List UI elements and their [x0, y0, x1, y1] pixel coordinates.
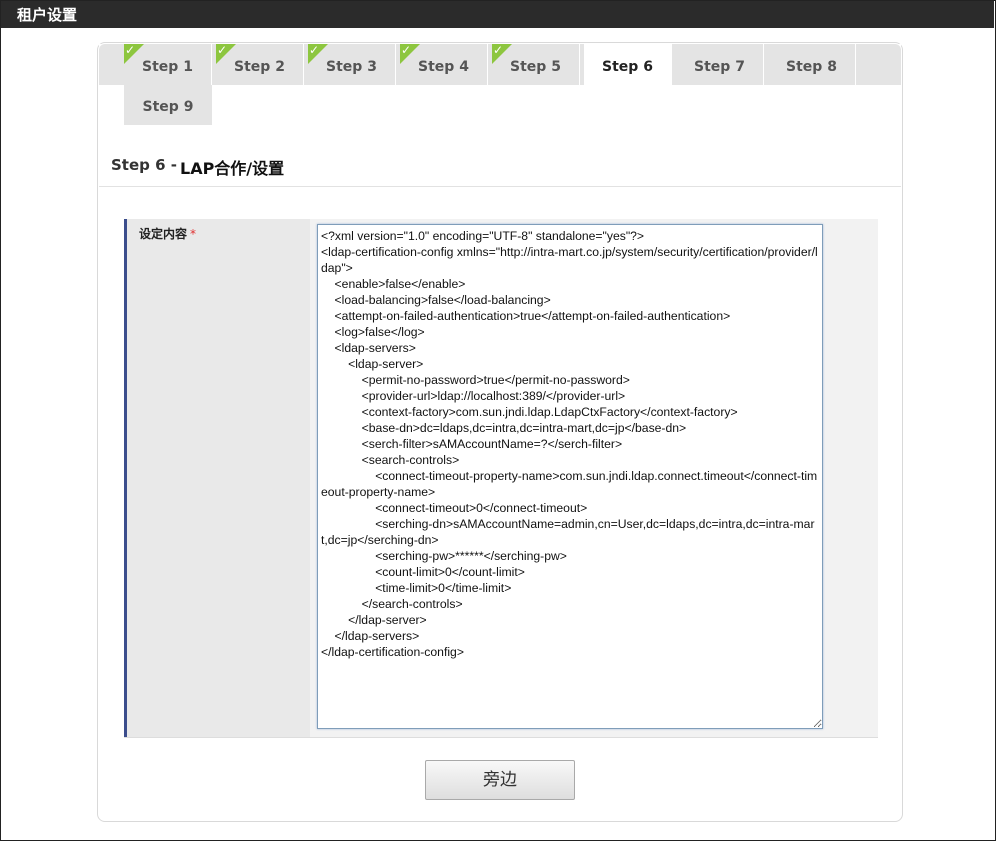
tab-label: Step 7 — [694, 59, 745, 75]
tab-step-6[interactable]: Step 6 — [584, 44, 672, 85]
tab-label: Step 6 — [602, 59, 653, 75]
tab-step-8[interactable]: Step 8 — [768, 44, 856, 85]
tab-label: Step 5 — [510, 59, 561, 75]
check-icon: ✓ — [400, 43, 420, 64]
tab-step-5[interactable]: ✓ Step 5 — [492, 43, 580, 85]
check-icon: ✓ — [308, 43, 328, 64]
tab-label: Step 1 — [142, 59, 193, 75]
tab-step-2[interactable]: ✓ Step 2 — [216, 43, 304, 85]
check-icon: ✓ — [216, 43, 236, 64]
tab-label: Step 9 — [142, 99, 194, 115]
required-mark: * — [190, 227, 197, 241]
tab-step-7[interactable]: Step 7 — [676, 44, 764, 85]
step-prefix: Step 6 - — [111, 156, 177, 174]
tab-label: Step 4 — [418, 59, 469, 75]
config-textarea[interactable]: <?xml version="1.0" encoding="UTF-8" sta… — [317, 224, 823, 729]
settings-form: 设定内容 * <?xml version="1.0" encoding="UTF-… — [124, 219, 878, 738]
tab-label: Step 3 — [326, 59, 377, 75]
field-label: 设定内容 * — [139, 225, 196, 242]
tab-step-3[interactable]: ✓ Step 3 — [308, 43, 396, 85]
page-title: LAP合作/设置 — [180, 159, 285, 178]
tab-label: Step 8 — [786, 59, 837, 75]
tab-step-1[interactable]: ✓ Step 1 — [124, 43, 212, 85]
field-label-text: 设定内容 — [139, 227, 188, 241]
tab-label: Step 2 — [234, 59, 285, 75]
window-title: 租户设置 — [1, 1, 994, 28]
tab-step-4[interactable]: ✓ Step 4 — [400, 43, 488, 85]
next-button[interactable]: 旁边 — [425, 760, 575, 800]
check-icon: ✓ — [124, 43, 144, 64]
step-heading: Step 6 - LAP合作/设置 — [99, 144, 901, 187]
step-tabs-row: ✓ Step 1 ✓ Step 2 ✓ Step 3 ✓ Step 4 ✓ St… — [99, 43, 901, 85]
field-label-cell: 设定内容 * — [124, 219, 310, 737]
tab-step-9[interactable]: Step 9 — [124, 85, 212, 125]
check-icon: ✓ — [492, 43, 512, 64]
